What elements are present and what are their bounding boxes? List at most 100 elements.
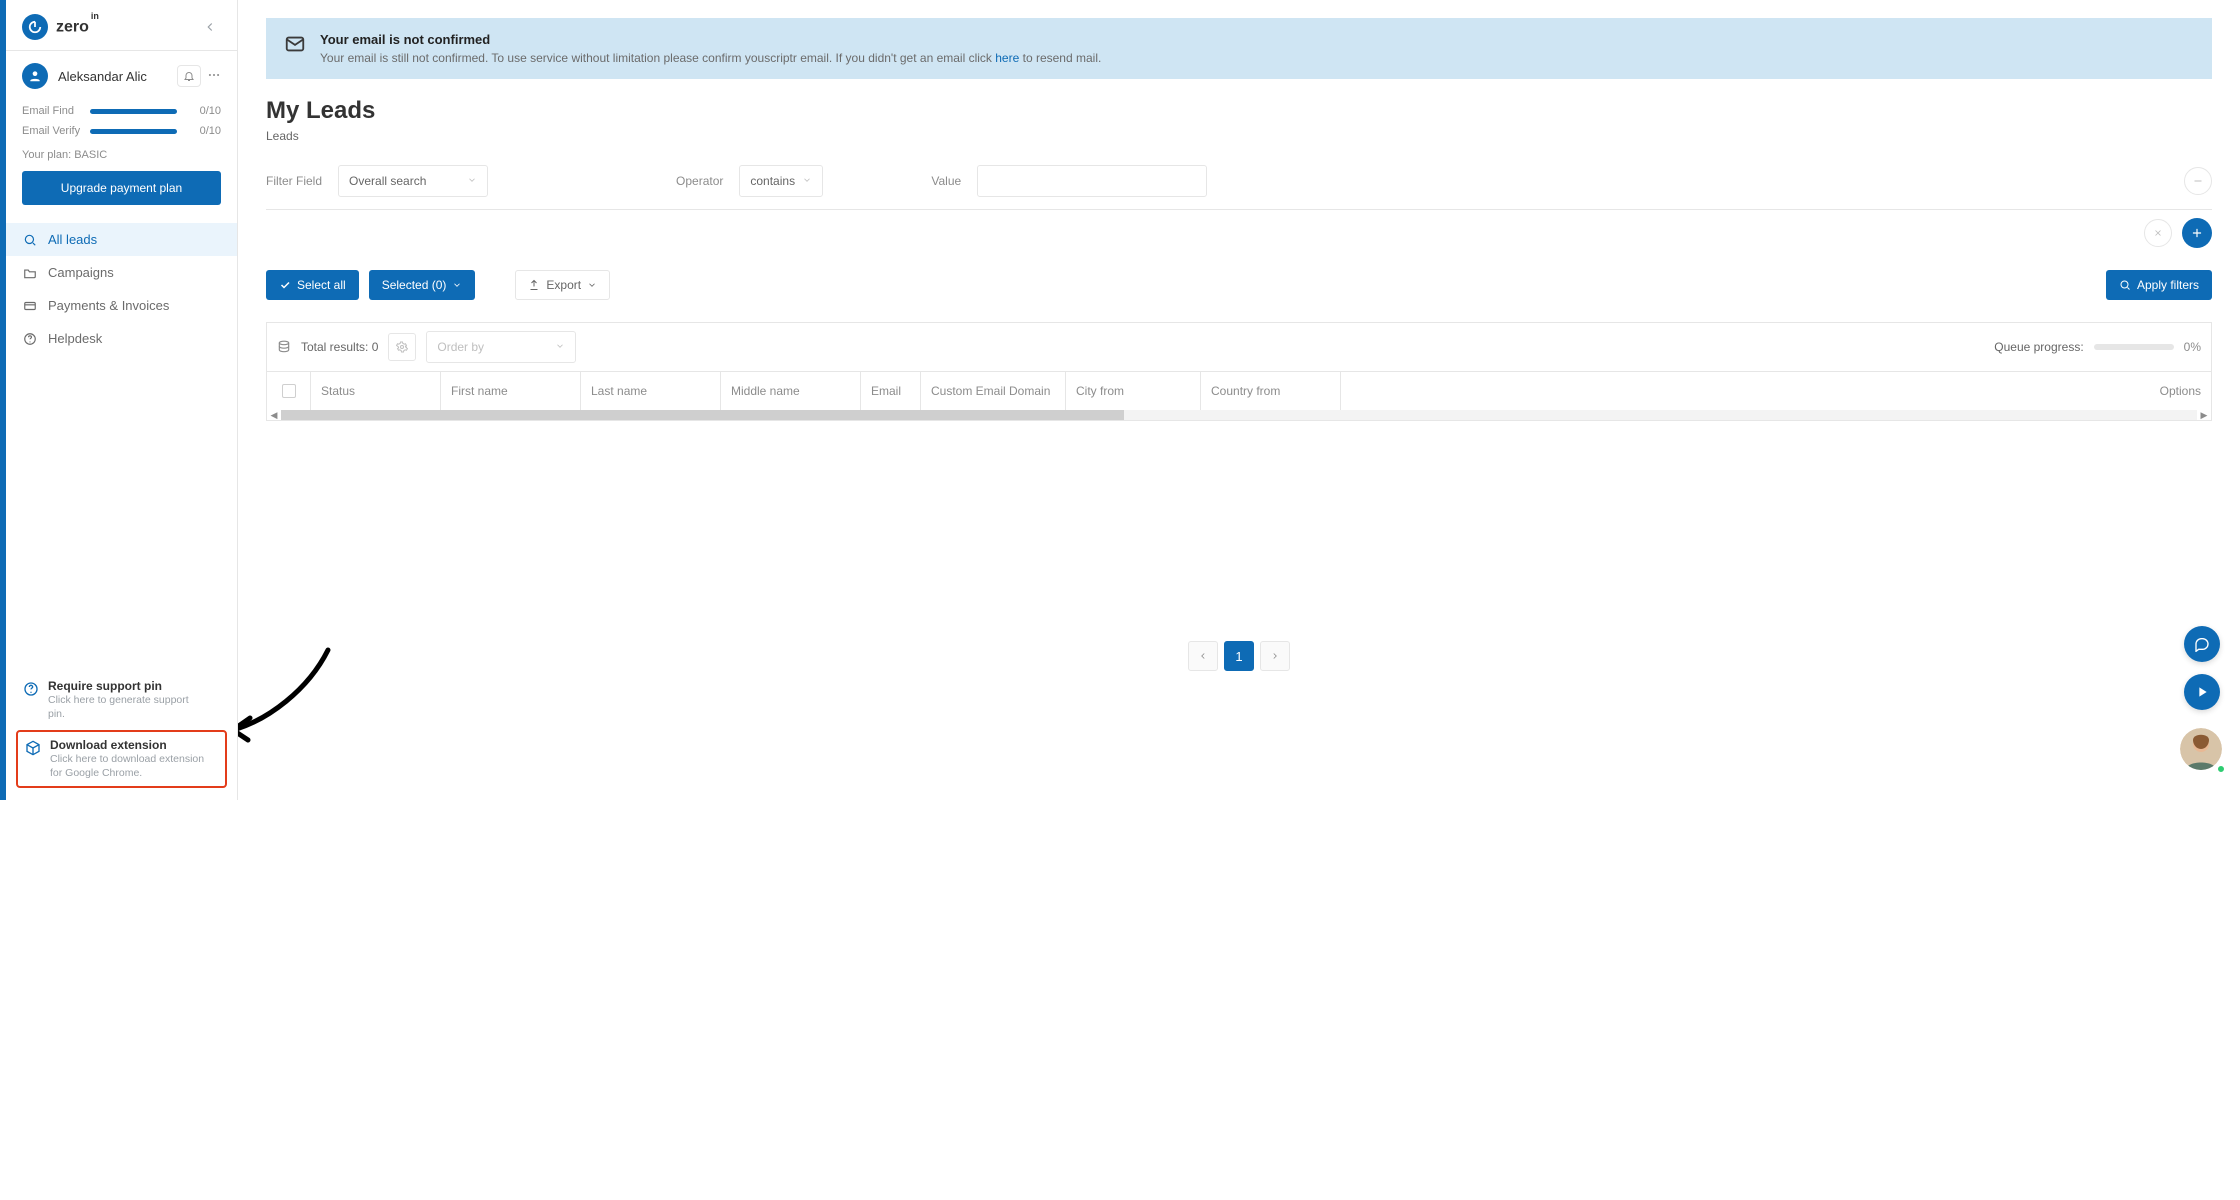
scroll-right-arrow[interactable]: ▶	[2197, 410, 2211, 420]
user-avatar-icon[interactable]	[22, 63, 48, 89]
resend-mail-link[interactable]: here	[995, 51, 1019, 65]
remove-filter-button[interactable]	[2184, 167, 2212, 195]
col-first-name[interactable]: First name	[441, 372, 581, 410]
select-all-button[interactable]: Select all	[266, 270, 359, 300]
filter-value-input[interactable]	[977, 165, 1207, 197]
queue-progress-bar	[2094, 344, 2174, 350]
brand-logo[interactable]: zeroin	[22, 14, 97, 40]
prev-page-button[interactable]	[1188, 641, 1218, 671]
filter-field-select[interactable]: Overall search	[338, 165, 488, 197]
selected-dropdown-button[interactable]: Selected (0)	[369, 270, 476, 300]
plus-icon	[2190, 226, 2204, 240]
play-fab[interactable]	[2184, 674, 2220, 710]
upload-icon	[528, 279, 540, 291]
value-label: Value	[931, 174, 961, 188]
operator-label: Operator	[676, 174, 723, 188]
brand-name: zeroin	[56, 17, 97, 36]
clear-filters-button[interactable]	[2144, 219, 2172, 247]
col-country[interactable]: Country from	[1201, 372, 1341, 410]
total-results-label: Total results: 0	[301, 340, 378, 354]
gear-icon	[396, 341, 408, 353]
scrollbar-thumb[interactable]	[281, 410, 1124, 420]
order-by-select[interactable]: Order by	[426, 331, 576, 363]
plan-label: Your plan: BASIC	[6, 149, 237, 171]
card-icon	[22, 299, 38, 313]
nav-label: Payments & Invoices	[48, 298, 169, 313]
chat-fab[interactable]	[2184, 626, 2220, 662]
apply-filters-button[interactable]: Apply filters	[2106, 270, 2212, 300]
support-pin-title: Require support pin	[48, 679, 208, 693]
col-middle-name[interactable]: Middle name	[721, 372, 861, 410]
page-title: My Leads	[266, 97, 2212, 125]
progress-bar	[90, 129, 177, 134]
chevron-left-icon	[1198, 651, 1208, 661]
results-bar: Total results: 0 Order by Queue progress…	[266, 322, 2212, 372]
col-last-name[interactable]: Last name	[581, 372, 721, 410]
select-all-checkbox-header[interactable]	[267, 372, 311, 410]
leads-table: Status First name Last name Middle name …	[266, 372, 2212, 421]
minus-icon	[2192, 175, 2204, 187]
nav-label: All leads	[48, 232, 97, 247]
sidebar-item-all-leads[interactable]: All leads	[6, 223, 237, 256]
logo-mark-icon	[22, 14, 48, 40]
main-content: Your email is not confirmed Your email i…	[238, 0, 2240, 800]
sidebar-item-helpdesk[interactable]: Helpdesk	[6, 322, 237, 355]
export-button[interactable]: Export	[515, 270, 610, 300]
alert-title: Your email is not confirmed	[320, 32, 1101, 47]
check-icon	[279, 279, 291, 291]
add-filter-button[interactable]	[2182, 218, 2212, 248]
pagination: 1	[266, 641, 2212, 671]
scrollbar-track[interactable]	[281, 410, 2197, 420]
online-status-dot	[2216, 764, 2226, 774]
col-city[interactable]: City from	[1066, 372, 1201, 410]
breadcrumb: Leads	[266, 129, 2212, 143]
search-icon	[2119, 279, 2131, 291]
email-confirmation-alert: Your email is not confirmed Your email i…	[266, 18, 2212, 79]
usage-email-verify: Email Verify 0/10	[22, 125, 221, 137]
chevron-down-icon	[802, 174, 812, 188]
usage-email-find: Email Find 0/10	[22, 105, 221, 117]
upgrade-plan-button[interactable]: Upgrade payment plan	[22, 171, 221, 205]
user-menu-button[interactable]	[207, 68, 221, 85]
download-extension-desc: Click here to download extension for Goo…	[50, 752, 210, 780]
next-page-button[interactable]	[1260, 641, 1290, 671]
page-1-button[interactable]: 1	[1224, 641, 1254, 671]
ellipsis-icon	[207, 68, 221, 82]
folder-icon	[22, 266, 38, 280]
play-icon	[2194, 684, 2210, 700]
mail-icon	[284, 32, 306, 58]
support-pin-card[interactable]: Require support pin Click here to genera…	[16, 671, 227, 729]
close-icon	[2153, 228, 2163, 238]
sidebar: zeroin Aleksandar Alic	[6, 0, 238, 800]
col-status[interactable]: Status	[311, 372, 441, 410]
col-options[interactable]: Options	[1341, 372, 2211, 410]
nav-label: Helpdesk	[48, 331, 102, 346]
help-icon	[22, 332, 38, 346]
support-chat-avatar[interactable]	[2180, 728, 2222, 770]
database-icon	[277, 340, 291, 354]
chevron-down-icon	[467, 174, 477, 188]
chevron-down-icon	[452, 280, 462, 290]
sidebar-collapse-button[interactable]	[199, 16, 221, 38]
sidebar-item-campaigns[interactable]: Campaigns	[6, 256, 237, 289]
col-email-domain[interactable]: Custom Email Domain	[921, 372, 1066, 410]
progress-bar	[90, 109, 177, 114]
scroll-left-arrow[interactable]: ◀	[267, 410, 281, 420]
bell-icon	[183, 70, 195, 82]
queue-value: 0%	[2184, 340, 2201, 354]
alert-text: Your email is still not confirmed. To us…	[320, 51, 1101, 65]
col-email[interactable]: Email	[861, 372, 921, 410]
settings-button[interactable]	[388, 333, 416, 361]
horizontal-scrollbar[interactable]: ◀ ▶	[267, 410, 2211, 420]
message-icon	[2194, 636, 2210, 652]
chevron-down-icon	[587, 280, 597, 290]
search-icon	[22, 233, 38, 247]
sidebar-item-payments[interactable]: Payments & Invoices	[6, 289, 237, 322]
download-extension-card[interactable]: Download extension Click here to downloa…	[16, 730, 227, 788]
filter-field-label: Filter Field	[266, 174, 322, 188]
operator-select[interactable]: contains	[739, 165, 823, 197]
chevron-right-icon	[1270, 651, 1280, 661]
support-pin-desc: Click here to generate support pin.	[48, 693, 208, 721]
user-name: Aleksandar Alic	[58, 69, 147, 84]
notifications-button[interactable]	[177, 65, 201, 87]
